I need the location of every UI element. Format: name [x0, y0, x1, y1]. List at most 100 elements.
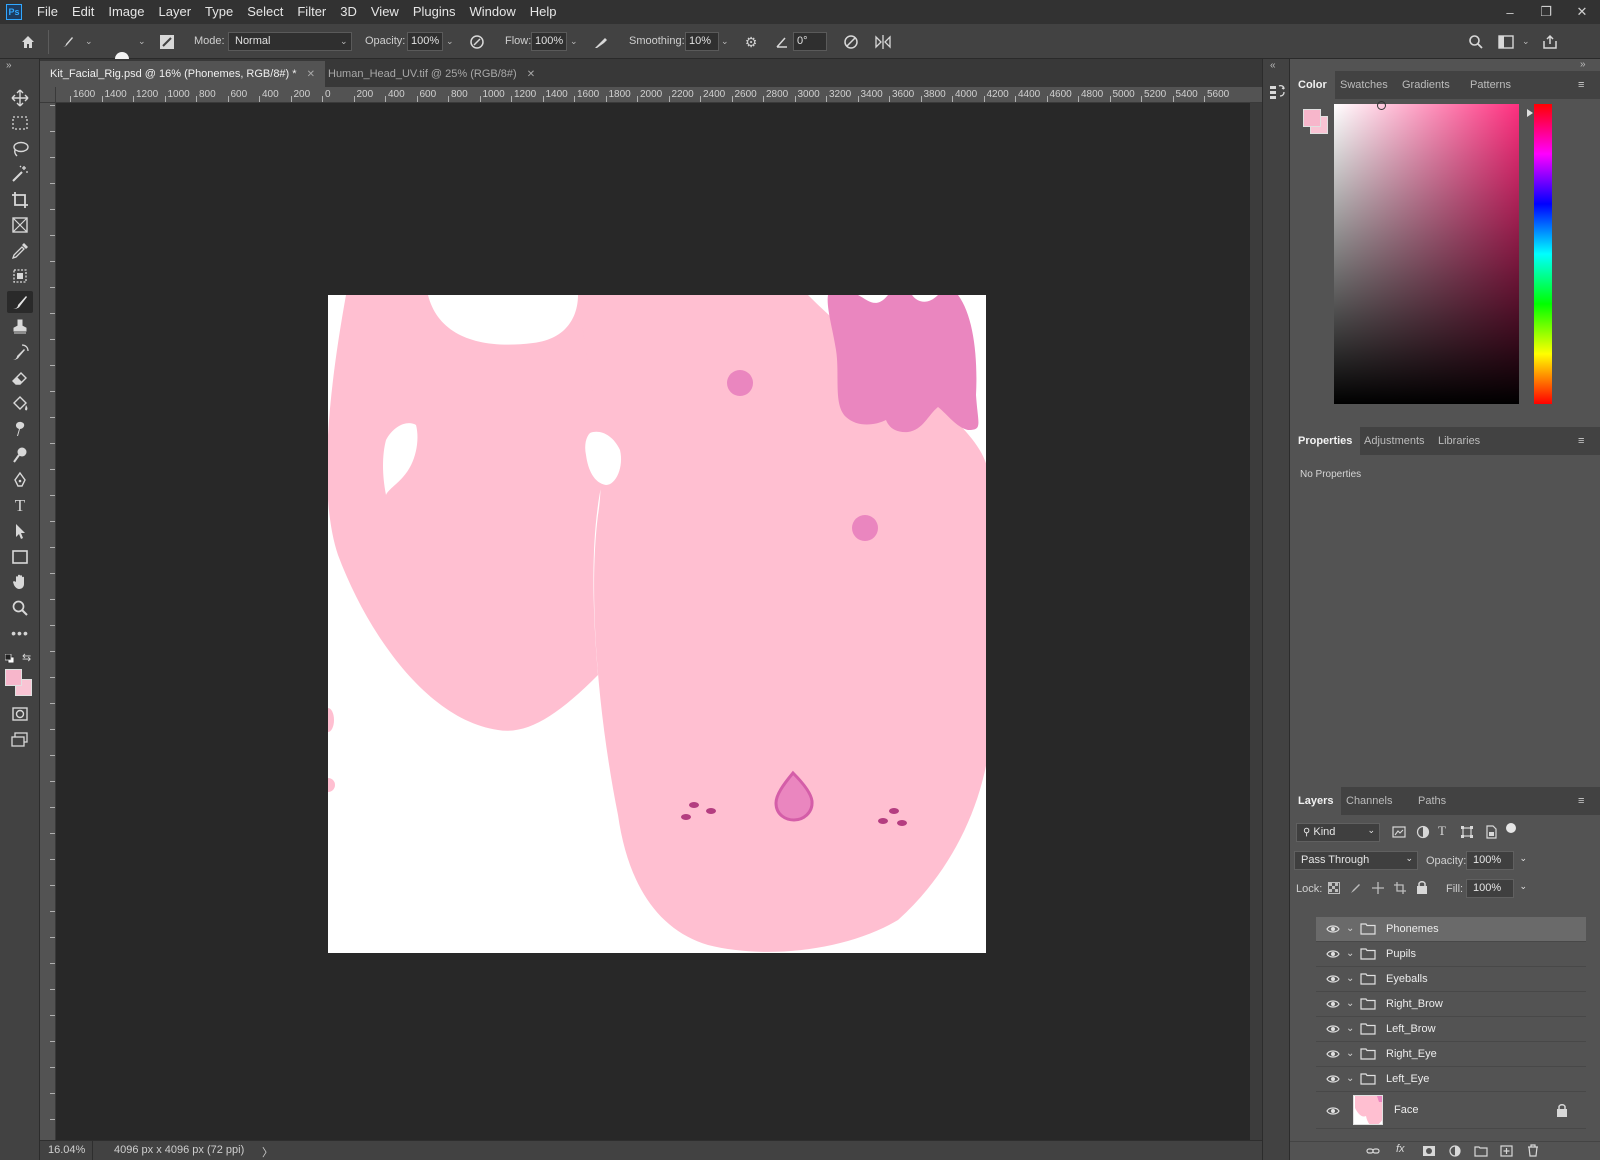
- lock-position-icon[interactable]: [1372, 882, 1384, 894]
- color-field[interactable]: [1334, 101, 1519, 404]
- menu-view[interactable]: View: [364, 0, 406, 24]
- lasso-tool-icon[interactable]: [7, 138, 33, 160]
- restore-button[interactable]: ❐: [1528, 0, 1564, 24]
- tab-swatches[interactable]: Swatches: [1332, 71, 1396, 99]
- screen-mode-icon[interactable]: [7, 729, 33, 751]
- chevron-down-icon[interactable]: ⌄: [1519, 881, 1527, 892]
- layer-row-face[interactable]: Face: [1316, 1092, 1586, 1129]
- rectangle-tool-icon[interactable]: [7, 546, 33, 568]
- tab-color[interactable]: Color: [1290, 71, 1335, 99]
- history-panel-icon[interactable]: [1268, 83, 1286, 101]
- fx-icon[interactable]: fx: [1396, 1143, 1405, 1155]
- chevron-down-icon[interactable]: ⌄: [1519, 853, 1527, 864]
- tab-human-head-uv[interactable]: Human_Head_UV.tif @ 25% (RGB/8#) ✕: [318, 61, 545, 87]
- panel-menu-icon[interactable]: ≡: [1578, 796, 1590, 807]
- layer-thumbnail[interactable]: [1353, 1095, 1383, 1125]
- collapse-icon[interactable]: »: [6, 60, 12, 71]
- chevron-down-icon[interactable]: ⌄: [1346, 1073, 1354, 1084]
- workspace-icon[interactable]: [1496, 32, 1516, 52]
- chevron-down-icon[interactable]: ⌄: [1346, 973, 1354, 984]
- menu-type[interactable]: Type: [198, 0, 240, 24]
- canvas-workspace[interactable]: [56, 103, 1262, 1140]
- close-button[interactable]: ✕: [1564, 0, 1600, 24]
- chevron-down-icon[interactable]: ⌄: [85, 36, 95, 46]
- eye-icon[interactable]: [1326, 1048, 1340, 1060]
- menu-3d[interactable]: 3D: [333, 0, 364, 24]
- lock-artboard-icon[interactable]: [1394, 882, 1406, 894]
- adjustment-icon[interactable]: [1448, 1145, 1462, 1157]
- color-picker-handle[interactable]: [1377, 101, 1386, 110]
- group-icon[interactable]: [1474, 1145, 1488, 1157]
- airbrush-icon[interactable]: [591, 32, 611, 52]
- new-layer-icon[interactable]: [1500, 1145, 1514, 1157]
- frame-tool-icon[interactable]: [7, 214, 33, 236]
- filter-type-icon[interactable]: T: [1438, 823, 1446, 839]
- tab-adjustments[interactable]: Adjustments: [1356, 427, 1433, 455]
- eye-icon[interactable]: [1326, 948, 1340, 960]
- chevron-down-icon[interactable]: ⌄: [446, 36, 456, 46]
- chevron-down-icon[interactable]: ⌄: [1346, 948, 1354, 959]
- smudge-tool-icon[interactable]: [7, 418, 33, 440]
- eyedropper-tool-icon[interactable]: [7, 240, 33, 262]
- layer-row-phonemes[interactable]: ⌄ Phonemes: [1316, 917, 1586, 942]
- blend-mode-dropdown[interactable]: Pass Through ⌄: [1294, 851, 1418, 870]
- zoom-tool-icon[interactable]: [7, 597, 33, 619]
- brush-preset-icon[interactable]: [58, 32, 78, 52]
- tab-paths[interactable]: Paths: [1410, 787, 1454, 815]
- layer-row-pupils[interactable]: ⌄ Pupils: [1316, 942, 1586, 967]
- lock-all-icon[interactable]: [1416, 881, 1428, 894]
- quick-mask-icon[interactable]: [7, 703, 33, 725]
- menu-image[interactable]: Image: [101, 0, 151, 24]
- share-icon[interactable]: [1540, 32, 1560, 52]
- gear-icon[interactable]: ⚙: [741, 32, 761, 52]
- opacity-field[interactable]: 100%: [407, 32, 443, 51]
- foreground-color-swatch[interactable]: [5, 669, 22, 686]
- chevron-down-icon[interactable]: ⌄: [570, 36, 580, 46]
- foreground-color-swatch[interactable]: [1303, 109, 1321, 127]
- path-selection-tool-icon[interactable]: [7, 520, 33, 542]
- vertical-scrollbar[interactable]: [1250, 103, 1262, 1140]
- link-icon[interactable]: [1366, 1145, 1380, 1157]
- eye-icon[interactable]: [1326, 1105, 1340, 1117]
- pen-tool-icon[interactable]: [7, 469, 33, 491]
- hue-slider-handle[interactable]: [1527, 109, 1533, 117]
- tab-kit-facial-rig[interactable]: Kit_Facial_Rig.psd @ 16% (Phonemes, RGB/…: [40, 61, 325, 87]
- lock-pixels-icon[interactable]: [1350, 882, 1362, 894]
- status-arrow-icon[interactable]: 〉: [262, 1144, 273, 1160]
- brush-settings-icon[interactable]: [157, 32, 177, 52]
- filter-adjustment-icon[interactable]: [1416, 825, 1430, 839]
- symmetry-icon[interactable]: [873, 32, 893, 52]
- menu-help[interactable]: Help: [523, 0, 564, 24]
- minimize-button[interactable]: –: [1492, 0, 1528, 24]
- home-icon[interactable]: [18, 32, 38, 52]
- tab-channels[interactable]: Channels: [1338, 787, 1400, 815]
- eye-icon[interactable]: [1326, 973, 1340, 985]
- tab-gradients[interactable]: Gradients: [1394, 71, 1458, 99]
- search-icon[interactable]: [1466, 32, 1486, 52]
- swap-colors-icon[interactable]: ⇆: [22, 651, 31, 664]
- layer-row-right-brow[interactable]: ⌄ Right_Brow: [1316, 992, 1586, 1017]
- mask-icon[interactable]: [1422, 1145, 1436, 1157]
- eraser-tool-icon[interactable]: [7, 367, 33, 389]
- chevron-down-icon[interactable]: ⌄: [721, 36, 731, 46]
- panel-menu-icon[interactable]: ≡: [1578, 436, 1590, 447]
- history-brush-tool-icon[interactable]: [7, 342, 33, 364]
- menu-edit[interactable]: Edit: [65, 0, 101, 24]
- close-icon[interactable]: ✕: [527, 69, 535, 80]
- eye-icon[interactable]: [1326, 998, 1340, 1010]
- menu-plugins[interactable]: Plugins: [406, 0, 463, 24]
- angle-field[interactable]: 0°: [793, 32, 827, 51]
- layer-row-left-brow[interactable]: ⌄ Left_Brow: [1316, 1017, 1586, 1042]
- filter-pixel-icon[interactable]: [1392, 825, 1406, 839]
- eye-icon[interactable]: [1326, 1023, 1340, 1035]
- fill-field[interactable]: 100% ⌄: [1466, 879, 1527, 898]
- dodge-tool-icon[interactable]: [7, 444, 33, 466]
- trash-icon[interactable]: [1526, 1144, 1540, 1157]
- filter-smart-object-icon[interactable]: [1484, 825, 1498, 839]
- tab-layers[interactable]: Layers: [1290, 787, 1342, 815]
- menu-select[interactable]: Select: [240, 0, 290, 24]
- chevron-down-icon[interactable]: ⌄: [1346, 1023, 1354, 1034]
- layer-row-eyeballs[interactable]: ⌄ Eyeballs: [1316, 967, 1586, 992]
- pressure-opacity-icon[interactable]: [467, 32, 487, 52]
- clone-stamp-tool-icon[interactable]: [7, 316, 33, 338]
